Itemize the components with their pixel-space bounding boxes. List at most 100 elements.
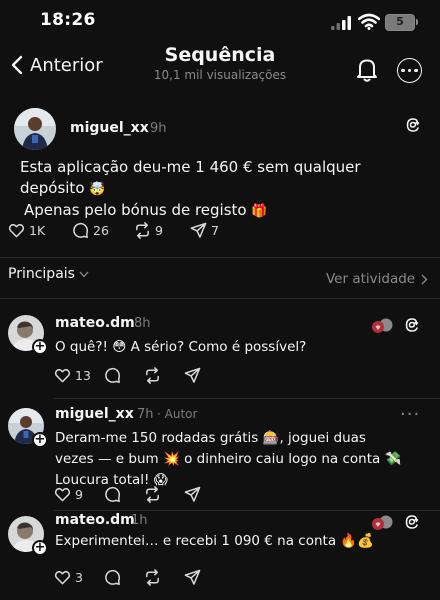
comment-icon bbox=[105, 569, 121, 586]
divider bbox=[0, 257, 440, 258]
comment-button[interactable]: 26 bbox=[72, 222, 134, 239]
gift-emoji: 🎁 bbox=[251, 204, 268, 219]
repost-icon bbox=[146, 367, 159, 384]
comment-button[interactable] bbox=[104, 486, 144, 503]
post-time: 9h bbox=[150, 121, 167, 136]
follow-plus-button[interactable]: + bbox=[32, 540, 48, 556]
reply-username[interactable]: mateo.dm bbox=[55, 315, 135, 331]
repost-icon bbox=[146, 486, 159, 503]
avatar-photo bbox=[14, 108, 56, 150]
more-dot bbox=[407, 68, 412, 73]
sort-label: Principais bbox=[8, 266, 75, 282]
reply-text: O quê?! 😳 A sério? Como é possível? bbox=[55, 339, 307, 355]
share-button[interactable] bbox=[184, 569, 201, 586]
divider bbox=[54, 510, 440, 511]
reply-time: 1h bbox=[131, 513, 148, 528]
like-button[interactable]: 3 bbox=[54, 569, 104, 586]
view-activity-link[interactable]: Ver atividade bbox=[326, 271, 428, 287]
post-username[interactable]: miguel_xx bbox=[70, 120, 149, 136]
mind-blown-emoji: 🤯 bbox=[89, 182, 106, 197]
reactor-avatars bbox=[372, 318, 393, 333]
like-count: 1K bbox=[29, 223, 46, 238]
send-icon bbox=[184, 486, 201, 502]
repost-button[interactable] bbox=[144, 569, 184, 586]
share-button[interactable] bbox=[184, 367, 201, 384]
comment-button[interactable] bbox=[104, 367, 144, 384]
comment-icon bbox=[105, 486, 121, 503]
comment-button[interactable] bbox=[104, 569, 144, 586]
post-text: Esta aplicação deu-me 1 460 € sem qualqu… bbox=[20, 157, 420, 222]
battery-cap bbox=[416, 19, 418, 25]
reactor-avatars bbox=[372, 515, 393, 530]
repost-button[interactable]: 9 bbox=[134, 222, 190, 239]
reply-text-line2: vezes — e bum 💥 o dinheiro caiu logo na … bbox=[55, 451, 402, 467]
author-label: Autor bbox=[164, 407, 198, 421]
reply-text-line1: Deram-me 150 rodadas grátis 🎰, joguei du… bbox=[55, 430, 366, 446]
like-button[interactable]: 9 bbox=[54, 486, 104, 503]
more-dot bbox=[401, 68, 405, 73]
back-label: Anterior bbox=[30, 54, 103, 76]
like-button[interactable]: 13 bbox=[54, 367, 104, 384]
heart-icon bbox=[8, 223, 25, 238]
threads-icon[interactable] bbox=[404, 317, 420, 333]
more-options-icon[interactable]: ··· bbox=[400, 404, 420, 425]
threads-icon[interactable] bbox=[404, 514, 420, 530]
comment-count: 26 bbox=[93, 223, 109, 238]
battery-level: 5 bbox=[396, 15, 404, 28]
reply-actions: 9 bbox=[54, 486, 201, 503]
send-icon bbox=[184, 569, 201, 585]
follow-plus-button[interactable]: + bbox=[32, 432, 48, 448]
like-count: 3 bbox=[75, 570, 83, 585]
chevron-right-icon bbox=[421, 274, 428, 284]
avatar[interactable] bbox=[14, 108, 56, 150]
reply-text: Experimentei… e recebi 1 090 € na conta … bbox=[55, 533, 374, 549]
threads-icon[interactable] bbox=[405, 117, 421, 133]
view-activity-label: Ver atividade bbox=[326, 271, 416, 287]
comment-icon bbox=[73, 222, 89, 239]
comment-icon bbox=[105, 367, 121, 384]
divider bbox=[0, 298, 440, 299]
chevron-down-icon bbox=[79, 271, 89, 277]
post-actions: 1K 26 9 7 bbox=[8, 222, 219, 239]
back-button[interactable]: Anterior bbox=[10, 52, 103, 78]
share-count: 7 bbox=[211, 223, 219, 238]
repost-button[interactable] bbox=[144, 486, 184, 503]
heart-icon bbox=[54, 368, 71, 383]
share-button[interactable] bbox=[184, 486, 201, 503]
sort-dropdown[interactable]: Principais bbox=[8, 266, 89, 282]
like-count: 9 bbox=[75, 487, 83, 502]
status-time: 18:26 bbox=[40, 10, 96, 30]
bell-icon[interactable] bbox=[355, 57, 379, 83]
like-count: 13 bbox=[75, 368, 91, 383]
heart-icon bbox=[54, 487, 71, 502]
reply-time: 8h bbox=[134, 316, 151, 331]
repost-count: 9 bbox=[155, 223, 163, 238]
wifi-icon bbox=[358, 13, 380, 30]
page-title: Sequência bbox=[164, 44, 276, 66]
reply-actions: 13 bbox=[54, 367, 201, 384]
battery-indicator: 5 bbox=[385, 14, 415, 31]
repost-icon bbox=[136, 222, 149, 239]
repost-button[interactable] bbox=[144, 367, 184, 384]
reply-username[interactable]: mateo.dm bbox=[55, 512, 135, 528]
cellular-signal-icon bbox=[331, 16, 351, 30]
heart-icon bbox=[54, 570, 71, 585]
divider bbox=[54, 398, 440, 399]
share-button[interactable]: 7 bbox=[190, 222, 219, 239]
reply-actions: 3 bbox=[54, 569, 201, 586]
follow-plus-button[interactable]: + bbox=[32, 339, 48, 355]
reply-username[interactable]: miguel_xx bbox=[55, 406, 134, 422]
send-icon bbox=[184, 367, 201, 383]
send-icon bbox=[190, 222, 207, 238]
more-dot bbox=[414, 68, 418, 73]
repost-icon bbox=[146, 569, 159, 586]
more-options-button[interactable] bbox=[397, 58, 422, 83]
post-text-line1: Esta aplicação deu-me 1 460 € sem qualqu… bbox=[20, 158, 361, 197]
reply-text: Deram-me 150 rodadas grátis 🎰, joguei du… bbox=[55, 428, 401, 491]
reply-time: 7h bbox=[137, 407, 154, 422]
author-badge: · Autor bbox=[157, 407, 198, 421]
like-button[interactable]: 1K bbox=[8, 222, 72, 239]
chevron-left-icon bbox=[11, 55, 23, 75]
post-text-line2: Apenas pelo bónus de registo bbox=[24, 201, 247, 219]
view-count: 10,1 mil visualizações bbox=[153, 68, 287, 82]
